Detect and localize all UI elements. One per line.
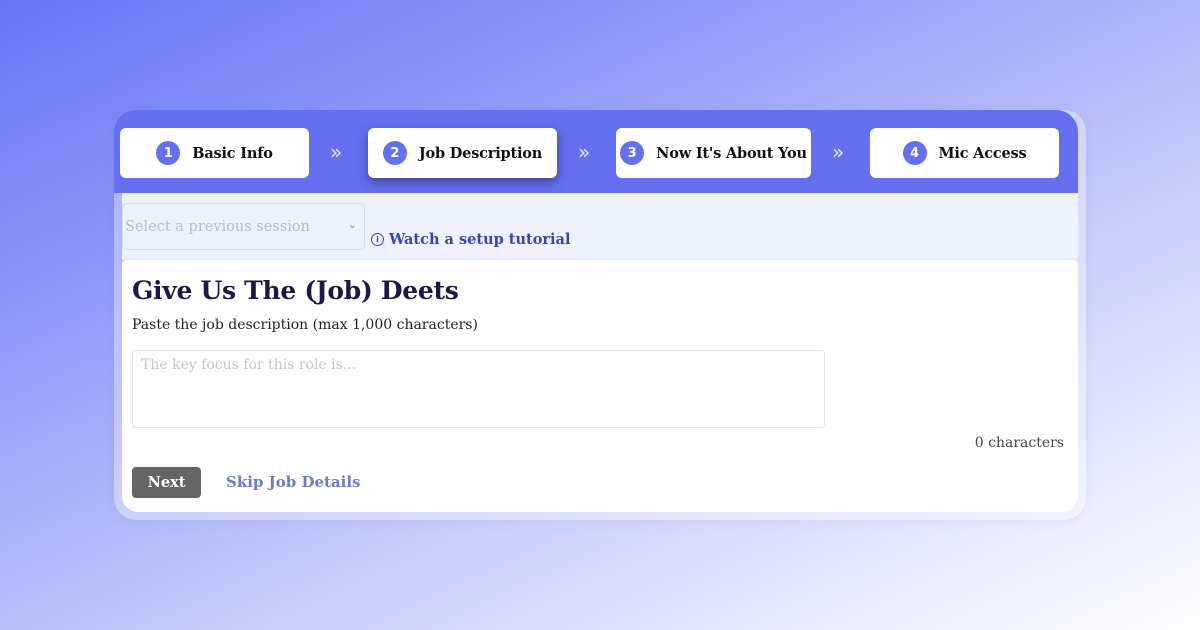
wizard-card: 1 Basic Info » 2 Job Description » 3 Now…: [114, 110, 1086, 520]
field-instructions: Paste the job description (max 1,000 cha…: [132, 317, 478, 333]
chevron-down-icon: ⌄: [347, 218, 357, 231]
previous-session-select[interactable]: Select a previous session ⌄: [122, 203, 365, 250]
job-description-form: Give Us The (Job) Deets Paste the job de…: [122, 260, 1078, 512]
page-title: Give Us The (Job) Deets: [132, 276, 459, 305]
skip-job-details-link[interactable]: Skip Job Details: [226, 473, 361, 491]
info-circle-icon: i: [371, 233, 384, 246]
wizard-panel: Select a previous session ⌄ i Watch a se…: [122, 110, 1078, 512]
character-count: 0 characters: [974, 435, 1064, 451]
next-button[interactable]: Next: [132, 467, 201, 498]
select-placeholder: Select a previous session: [125, 218, 310, 235]
session-bar: Select a previous session ⌄ i Watch a se…: [122, 193, 1078, 260]
watch-tutorial-link[interactable]: i Watch a setup tutorial: [371, 231, 570, 248]
job-description-input[interactable]: [132, 350, 825, 428]
tutorial-link-label: Watch a setup tutorial: [389, 231, 571, 248]
